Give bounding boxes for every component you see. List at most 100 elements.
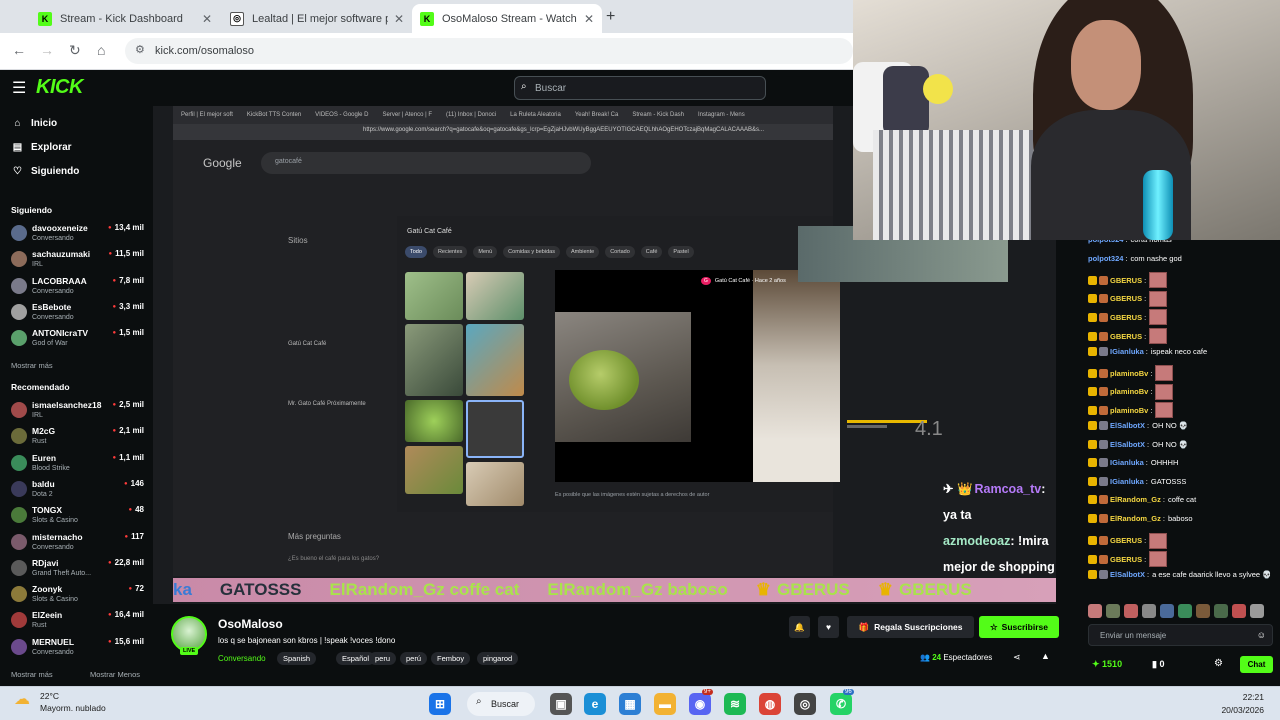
- weather-widget[interactable]: ☁ 22°C Mayorm. nublado: [14, 690, 106, 714]
- follow-heart-button[interactable]: ♥: [818, 616, 839, 638]
- subscribe-button[interactable]: ☆ Suscribirse: [979, 616, 1059, 638]
- chat-username[interactable]: GBERUS: [1110, 332, 1142, 341]
- chat-username[interactable]: IGianluka: [1110, 477, 1144, 486]
- sidebar-item-explorar[interactable]: ▤ Explorar: [11, 142, 72, 153]
- recommended-show-less[interactable]: Mostrar Menos: [90, 670, 140, 679]
- search-input[interactable]: ⌕ Buscar: [514, 76, 766, 100]
- sidebar-item-siguiendo[interactable]: ♡ Siguiendo: [11, 166, 79, 177]
- kick-logo[interactable]: KICK: [36, 76, 83, 99]
- channel-list-item[interactable]: M2cGRust 2,1 mil: [11, 425, 146, 451]
- channel-list-item[interactable]: misternachoConversando 117: [11, 531, 146, 557]
- emote-icon[interactable]: [1088, 604, 1102, 618]
- emote-icon[interactable]: [1106, 604, 1120, 618]
- new-tab-button[interactable]: +: [606, 8, 615, 26]
- chat-username[interactable]: ElRandom_Gz: [1110, 495, 1161, 504]
- windows-start-icon[interactable]: ⊞: [429, 693, 451, 715]
- chat-username[interactable]: GBERUS: [1110, 536, 1142, 545]
- stream-tag[interactable]: peru: [369, 652, 397, 665]
- close-tab-icon[interactable]: ✕: [394, 12, 404, 26]
- chrome-icon[interactable]: ◍: [759, 693, 781, 715]
- chat-username[interactable]: polpot324: [1088, 240, 1123, 244]
- gear-icon[interactable]: ⚙: [1214, 658, 1223, 669]
- chat-username[interactable]: ElSalbotX: [1110, 570, 1145, 579]
- chat-username[interactable]: GBERUS: [1110, 555, 1142, 564]
- emote-icon[interactable]: [1232, 604, 1246, 618]
- chat-username[interactable]: ElSalbotX: [1110, 421, 1145, 430]
- channel-viewers: 11,5 mil: [108, 249, 144, 258]
- close-tab-icon[interactable]: ✕: [202, 12, 212, 26]
- menu-icon[interactable]: ☰: [12, 78, 26, 98]
- notification-bell-button[interactable]: 🔔: [789, 616, 810, 638]
- stream-tag[interactable]: pingarod: [477, 652, 519, 665]
- url-field[interactable]: ⚙ kick.com/osomaloso: [125, 38, 853, 64]
- sidebar-item-inicio[interactable]: ⌂ Inicio: [11, 118, 57, 129]
- chat-username[interactable]: ElSalbotX: [1110, 440, 1145, 449]
- channel-list-item[interactable]: davooxeneize Conversando 13,4 mil: [11, 222, 146, 248]
- browser-tab-kick-dashboard[interactable]: K Stream - Kick Dashboard ✕: [30, 4, 220, 33]
- channel-list-item[interactable]: ismaelsanchez18 IRL 2,5 mil: [11, 399, 146, 425]
- streamer-name[interactable]: OsoMaloso: [218, 617, 283, 631]
- spotify-icon[interactable]: ≋: [724, 693, 746, 715]
- channel-list-item[interactable]: ANTONIcraTVGod of War 1,5 mil: [11, 327, 146, 353]
- chat-send-button[interactable]: Chat: [1240, 656, 1273, 673]
- gift-subs-button[interactable]: 🎁 Regala Suscripciones: [847, 616, 974, 638]
- stream-category[interactable]: Conversando: [218, 654, 266, 663]
- channel-points[interactable]: ✦ 1510: [1092, 659, 1122, 670]
- emote-icon[interactable]: [1214, 604, 1228, 618]
- chat-username[interactable]: IGianluka: [1110, 347, 1144, 356]
- browser-tab-osomaloso[interactable]: K OsoMaloso Stream - Watch Live ✕: [412, 4, 602, 33]
- chat-username[interactable]: IGianluka: [1110, 458, 1144, 467]
- chat-username[interactable]: GBERUS: [1110, 276, 1142, 285]
- close-tab-icon[interactable]: ✕: [584, 12, 594, 26]
- stream-tag[interactable]: Spanish: [277, 652, 317, 665]
- channel-list-item[interactable]: ElZeeinRust 16,4 mil: [11, 609, 146, 635]
- channel-list-item[interactable]: TONGXSlots & Casino 48: [11, 504, 146, 530]
- task-view-icon[interactable]: ▣: [550, 693, 572, 715]
- share-icon[interactable]: ⋖: [1013, 652, 1021, 663]
- chat-input[interactable]: Enviar un mensaje ☺: [1088, 624, 1273, 646]
- browser-tab-lealtad[interactable]: ◎ Lealtad | El mejor software para ✕: [222, 4, 412, 33]
- taskbar-search[interactable]: ⌕ Buscar: [467, 692, 535, 716]
- emote-icon[interactable]: [1160, 604, 1174, 618]
- system-clock[interactable]: 22:21 20/03/2026: [1221, 691, 1264, 717]
- channel-list-item[interactable]: EsBeboteConversando 3,3 mil: [11, 301, 146, 327]
- home-icon[interactable]: ⌂: [97, 42, 105, 58]
- channel-list-item[interactable]: ZoonykSlots & Casino 72: [11, 583, 146, 609]
- channel-viewers: 72: [128, 584, 144, 593]
- file-explorer-icon[interactable]: ▬: [654, 693, 676, 715]
- gift-count[interactable]: ▮ 0: [1152, 659, 1164, 670]
- chat-username[interactable]: plaminoBv: [1110, 387, 1148, 396]
- obs-icon[interactable]: ◎: [794, 693, 816, 715]
- chat-username[interactable]: ElRandom_Gz: [1110, 514, 1161, 523]
- channel-list-item[interactable]: balduDota 2 146: [11, 478, 146, 504]
- chat-username[interactable]: polpot324: [1088, 254, 1123, 263]
- channel-list-item[interactable]: LACOBRAAAConversando 7,8 mil: [11, 275, 146, 301]
- emote-icon[interactable]: [1196, 604, 1210, 618]
- chat-username[interactable]: plaminoBv: [1110, 369, 1148, 378]
- reload-icon[interactable]: ↻: [69, 42, 81, 59]
- emote-icon[interactable]: [1124, 604, 1138, 618]
- following-show-more[interactable]: Mostrar más: [11, 361, 53, 370]
- channel-list-item[interactable]: sachauzumakiIRL 11,5 mil: [11, 248, 146, 274]
- emote-icon[interactable]: [1250, 604, 1264, 618]
- store-icon[interactable]: ▦: [619, 693, 641, 715]
- channel-list-item[interactable]: MERNUELConversando 15,6 mil: [11, 636, 146, 662]
- chat-username[interactable]: GBERUS: [1110, 294, 1142, 303]
- whatsapp-icon[interactable]: ✆: [830, 693, 852, 715]
- emote-icon[interactable]: [1142, 604, 1156, 618]
- site-settings-icon[interactable]: ⚙: [135, 43, 145, 56]
- stream-tag[interactable]: Femboy: [431, 652, 471, 665]
- recommended-show-more[interactable]: Mostrar más: [11, 670, 53, 679]
- report-icon[interactable]: ▲: [1041, 651, 1050, 661]
- emoji-icon[interactable]: ☺: [1257, 630, 1266, 640]
- channel-list-item[interactable]: EurenBlood Strike 1,1 mil: [11, 452, 146, 478]
- discord-icon[interactable]: ◉: [689, 693, 711, 715]
- forward-arrow-icon[interactable]: →: [40, 42, 54, 58]
- back-arrow-icon[interactable]: ←: [12, 42, 26, 58]
- stream-tag[interactable]: perú: [400, 652, 428, 665]
- chat-username[interactable]: GBERUS: [1110, 313, 1142, 322]
- edge-icon[interactable]: e: [584, 693, 606, 715]
- chat-username[interactable]: plaminoBv: [1110, 406, 1148, 415]
- emote-icon[interactable]: [1178, 604, 1192, 618]
- channel-list-item[interactable]: RDjaviGrand Theft Auto... 22,8 mil: [11, 557, 146, 583]
